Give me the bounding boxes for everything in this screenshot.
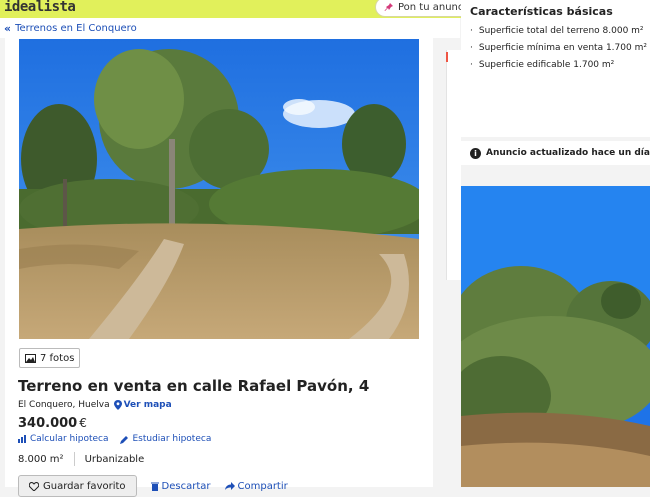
trash-icon <box>150 482 159 491</box>
characteristic-item: · Superficie edificable 1.700 m² <box>470 60 615 70</box>
price-currency: € <box>79 416 87 430</box>
discard-label: Descartar <box>161 480 211 492</box>
landscape-photo <box>19 39 419 339</box>
discard-button[interactable]: Descartar <box>150 480 211 492</box>
study-mortgage-label: Estudiar hipoteca <box>132 434 212 444</box>
view-map-label: Ver mapa <box>123 400 172 410</box>
characteristics-card: Características básicas · Superficie tota… <box>461 0 650 137</box>
characteristic-item: · Superficie mínima en venta 1.700 m² <box>470 43 647 53</box>
features-row: 8.000 m² Urbanizable <box>18 452 144 466</box>
save-favorite-label: Guardar favorito <box>43 480 126 492</box>
action-row: Guardar favorito Descartar Compartir <box>18 475 288 497</box>
location-text: El Conquero, Huelva <box>18 400 110 410</box>
share-button[interactable]: Compartir <box>224 480 288 492</box>
updated-text: Anuncio actualizado hace un día <box>486 148 650 158</box>
divider <box>73 452 75 466</box>
land-type-feature: Urbanizable <box>84 453 145 465</box>
bar-chart-icon <box>18 435 26 443</box>
listing-title: Terreno en venta en calle Rafael Pavón, … <box>18 377 370 395</box>
pin-icon <box>384 3 393 11</box>
calculate-mortgage-label: Calcular hipoteca <box>30 434 109 444</box>
share-label: Compartir <box>237 480 288 492</box>
study-mortgage-link[interactable]: Estudiar hipoteca <box>120 434 211 444</box>
save-favorite-button[interactable]: Guardar favorito <box>18 475 137 497</box>
characteristics-title: Características básicas <box>470 5 613 18</box>
area-feature: 8.000 m² <box>18 453 64 465</box>
price: 340.000 € <box>18 416 87 431</box>
breadcrumb-link[interactable]: Terrenos en El Conquero <box>15 23 137 34</box>
pencil-icon <box>120 435 129 444</box>
heart-icon <box>29 481 39 491</box>
main-photo[interactable] <box>19 39 419 339</box>
updated-notice: i Anuncio actualizado hace un día <box>461 141 650 165</box>
view-map-link[interactable]: Ver mapa <box>113 400 172 410</box>
photo-count-label: 7 fotos <box>40 352 75 364</box>
characteristic-item: · Superficie total del terreno 8.000 m² <box>470 26 644 36</box>
secondary-photo[interactable] <box>461 186 650 487</box>
price-value: 340.000 <box>18 416 78 431</box>
side-panel-edge <box>446 50 461 280</box>
mortgage-links: Calcular hipoteca Estudiar hipoteca <box>18 434 211 444</box>
publish-ad-button[interactable]: Pon tu anuncio <box>375 0 475 17</box>
listing-card: 7 fotos Terreno en venta en calle Rafael… <box>5 38 433 497</box>
location-row: El Conquero, Huelva Ver mapa <box>18 400 172 410</box>
double-chevron-left-icon: ‹‹ <box>4 21 11 35</box>
calculate-mortgage-link[interactable]: Calcular hipoteca <box>18 434 108 444</box>
idealista-logo[interactable]: idealista <box>4 0 76 15</box>
info-icon: i <box>470 147 481 159</box>
photo-count-button[interactable]: 7 fotos <box>19 348 81 368</box>
breadcrumb[interactable]: ‹‹ Terrenos en El Conquero <box>0 18 460 38</box>
image-icon <box>25 353 36 363</box>
right-panel: Características básicas · Superficie tota… <box>461 0 650 487</box>
bushes-photo <box>461 186 650 487</box>
share-icon <box>224 482 235 490</box>
map-pin-icon <box>113 400 122 410</box>
